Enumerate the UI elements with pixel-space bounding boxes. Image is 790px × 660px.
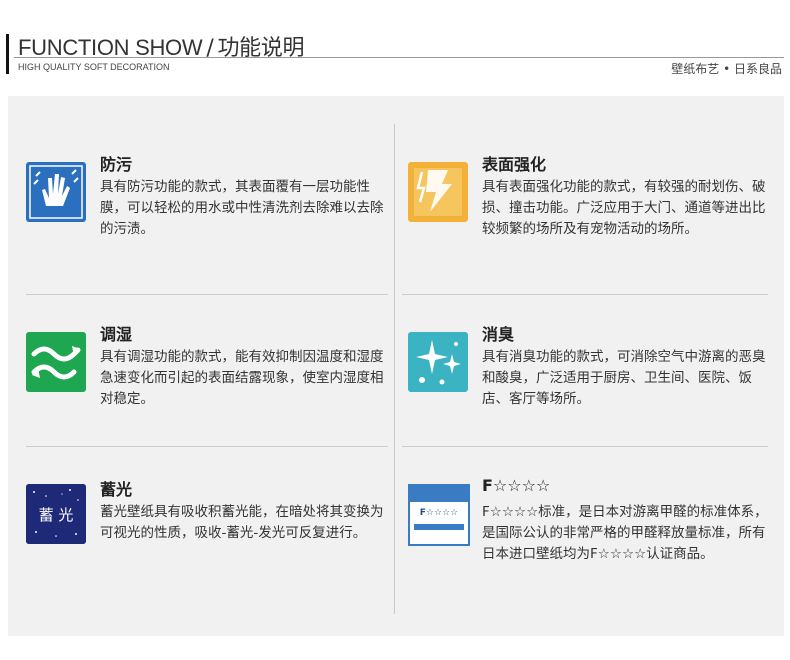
header-subtitle: HIGH QUALITY SOFT DECORATION — [18, 62, 170, 72]
feature-panel: 防污 具有防污功能的款式，其表面覆有一层功能性膜，可以轻松的用水或中性清洗剂去除… — [8, 96, 784, 636]
lightning-shield-icon — [408, 162, 468, 222]
header-divider — [14, 57, 784, 58]
feature-description: 具有消臭功能的款式，可消除空气中游离的恶臭和酸臭，广泛适用于厨房、卫生间、医院、… — [482, 349, 766, 407]
feature-description: 具有防污功能的款式，其表面覆有一层功能性膜，可以轻松的用水或中性清洗剂去除难以去… — [100, 179, 384, 237]
row-divider — [402, 446, 768, 447]
feature-title: 表面强化 — [482, 155, 547, 174]
header-accent-bar — [6, 34, 9, 74]
column-divider — [394, 124, 395, 614]
row-divider — [26, 294, 388, 295]
brand-tagline: 壁纸布艺 • 日系良品 — [671, 62, 782, 76]
feature-description: F☆☆☆☆标准，是日本对游离甲醛的标准体系，是国际公认的非常严格的甲醛释放量标准… — [482, 504, 768, 562]
humidity-waves-icon — [26, 332, 86, 392]
sparkle-deodorize-icon — [408, 332, 468, 392]
icon-label: 蓄 光 — [38, 506, 74, 524]
glow-stars-icon: 蓄 光 — [26, 484, 86, 544]
feature-title: F☆☆☆☆ — [482, 476, 551, 495]
feature-title: 蓄光 — [100, 480, 133, 499]
feature-title: 防污 — [100, 155, 133, 174]
feature-title: 调湿 — [100, 325, 133, 344]
icon-label: F☆☆☆☆ — [419, 508, 459, 518]
f-star-certificate-icon: F☆☆☆☆ — [408, 484, 470, 546]
row-divider — [26, 446, 388, 447]
feature-description: 具有表面强化功能的款式，有较强的耐划伤、破损、撞击功能。广泛应用于大门、通道等进… — [482, 179, 766, 237]
feature-description: 蓄光壁纸具有吸收积蓄光能，在暗处将其变换为可视光的性质，吸收-蓄光-发光可反复进… — [100, 504, 384, 541]
hand-wipe-icon — [26, 162, 86, 222]
feature-title: 消臭 — [482, 325, 515, 344]
row-divider — [402, 294, 768, 295]
feature-description: 具有调湿功能的款式，能有效抑制因温度和湿度急速变化而引起的表面结露现象，使室内湿… — [100, 349, 384, 407]
